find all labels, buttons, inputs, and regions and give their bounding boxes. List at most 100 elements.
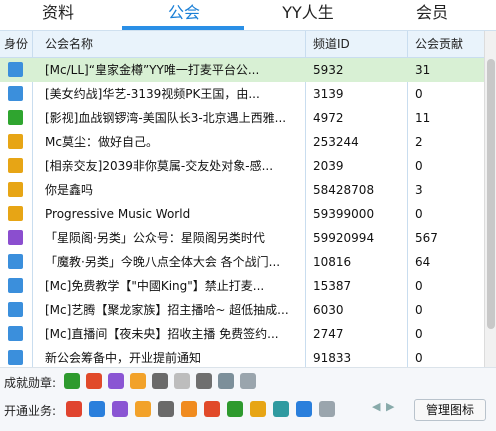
role-cell <box>0 154 30 178</box>
channel-id: 91833 <box>313 351 352 365</box>
s-icon[interactable] <box>112 401 128 417</box>
header-name[interactable]: 公会名称 <box>45 31 93 57</box>
header-contribution[interactable]: 公会贡献 <box>415 31 463 57</box>
role-cell <box>0 106 30 130</box>
table-scrollbar[interactable] <box>484 31 496 367</box>
guild-name[interactable]: [Mc]艺腾【聚龙家族】招主播哈~ 超低抽成... <box>45 298 303 322</box>
guild-name[interactable]: [影视]血战钢锣湾-美国队长3-北京遇上西雅... <box>45 106 303 130</box>
bottom-bar: 成就勋章: 开通业务: ◀ ▶ 管理图标 <box>0 367 496 431</box>
role-icon <box>7 62 23 77</box>
guild-name[interactable]: [相亲交友]2039非你莫属-交友处对象-感... <box>45 154 303 178</box>
guild-contribution: 567 <box>415 231 438 245</box>
guild-name[interactable]: 「魔教·另类」今晚八点全体大会 各个战门... <box>45 250 303 274</box>
fire-icon[interactable] <box>86 373 102 389</box>
table-row[interactable]: [Mc]艺腾【聚龙家族】招主播哈~ 超低抽成... 6030 0 <box>0 298 496 322</box>
role-cell <box>0 202 30 226</box>
table-row[interactable]: [美女约战]华艺-3139视频PK王国，由... 3139 0 <box>0 82 496 106</box>
role-cell <box>0 178 30 202</box>
chat-icon[interactable] <box>240 373 256 389</box>
table-row[interactable]: 新公会筹备中，开业提前通知 91833 0 <box>0 346 496 367</box>
table-row[interactable]: 「星陨阁·另类」公众号：星陨阁另类时代 59920994 567 <box>0 226 496 250</box>
vip-icon[interactable] <box>66 401 82 417</box>
role-cell <box>0 58 30 82</box>
home-icon[interactable] <box>64 373 80 389</box>
manage-icons-button[interactable]: 管理图标 <box>414 399 486 421</box>
tv-icon[interactable] <box>158 401 174 417</box>
star-icon[interactable] <box>108 373 124 389</box>
role-icon <box>7 278 23 293</box>
lock-icon[interactable] <box>296 401 312 417</box>
role-icon <box>7 254 23 269</box>
role-cell <box>0 250 30 274</box>
tab-yy-life[interactable]: YY人生 <box>258 0 358 30</box>
user-icon[interactable] <box>135 401 151 417</box>
guild-contribution: 31 <box>415 63 431 77</box>
guild-contribution: 3 <box>415 183 423 197</box>
tab-profile[interactable]: 资料 <box>8 0 108 30</box>
music-icon[interactable] <box>181 401 197 417</box>
table-row[interactable]: Progressive Music World 59399000 0 <box>0 202 496 226</box>
guild-table: 身份 公会名称 频道ID 公会贡献 [Mc/LL]“皇家金樽”YY唯一打麦平台公… <box>0 31 496 367</box>
game-icon[interactable] <box>227 401 243 417</box>
face-icon[interactable] <box>174 373 190 389</box>
guild-name[interactable]: 新公会筹备中，开业提前通知 <box>45 346 303 367</box>
table-row[interactable]: [相亲交友]2039非你莫属-交友处对象-感... 2039 0 <box>0 154 496 178</box>
role-icon <box>7 206 23 221</box>
role-icon <box>7 302 23 317</box>
id-icon[interactable] <box>152 373 168 389</box>
guild-name[interactable]: [Mc]免费教学【"中國King"】禁止打麦... <box>45 274 303 298</box>
guild-contribution: 0 <box>415 207 423 221</box>
paw-icon[interactable] <box>196 373 212 389</box>
heart-icon[interactable] <box>130 373 146 389</box>
role-icon <box>7 134 23 149</box>
table-row[interactable]: [Mc/LL]“皇家金樽”YY唯一打麦平台公... 5932 31 <box>0 58 496 82</box>
role-icon <box>7 182 23 197</box>
record-icon[interactable] <box>204 401 220 417</box>
table-row[interactable]: 「魔教·另类」今晚八点全体大会 各个战门... 10816 64 <box>0 250 496 274</box>
cloud-icon[interactable] <box>319 401 335 417</box>
achievements-label: 成就勋章: <box>4 376 57 390</box>
scrollbar-thumb[interactable] <box>487 59 495 329</box>
plus-icon[interactable] <box>273 401 289 417</box>
header-channel-id[interactable]: 频道ID <box>313 31 350 57</box>
channel-id: 3139 <box>313 87 344 101</box>
guild-contribution: 0 <box>415 303 423 317</box>
tab-membership[interactable]: 会员 <box>382 0 482 30</box>
guild-contribution: 0 <box>415 351 423 365</box>
guild-name[interactable]: 你是鑫吗 <box>45 178 303 202</box>
role-cell <box>0 226 30 250</box>
channel-id: 2747 <box>313 327 344 341</box>
guild-name[interactable]: Mc莫尘：做好自己。 <box>45 130 303 154</box>
table-row[interactable]: [影视]血战钢锣湾-美国队长3-北京遇上西雅... 4972 11 <box>0 106 496 130</box>
next-icon[interactable]: ▶ <box>386 401 394 413</box>
tab-bar: 资料 公会 YY人生 会员 <box>0 0 496 30</box>
guild-name[interactable]: 「星陨阁·另类」公众号：星陨阁另类时代 <box>45 226 303 250</box>
table-row[interactable]: 你是鑫吗 58428708 3 <box>0 178 496 202</box>
channel-id: 6030 <box>313 303 344 317</box>
table-row[interactable]: Mc莫尘：做好自己。 253244 2 <box>0 130 496 154</box>
channel-id: 2039 <box>313 159 344 173</box>
role-cell <box>0 82 30 106</box>
channel-id: 4972 <box>313 111 344 125</box>
mail-icon[interactable] <box>89 401 105 417</box>
guild-name[interactable]: Progressive Music World <box>45 202 303 226</box>
services-label: 开通业务: <box>4 404 57 418</box>
channel-id: 59920994 <box>313 231 375 245</box>
tag-icon[interactable] <box>250 401 266 417</box>
role-icon <box>7 326 23 341</box>
table-row[interactable]: [Mc]免费教学【"中國King"】禁止打麦... 15387 0 <box>0 274 496 298</box>
guild-contribution: 64 <box>415 255 431 269</box>
guild-name[interactable]: [美女约战]华艺-3139视频PK王国，由... <box>45 82 303 106</box>
table-row[interactable]: [Mc]直播间【夜未央】招收主播 免费签约... 2747 0 <box>0 322 496 346</box>
prev-icon[interactable]: ◀ <box>372 401 380 413</box>
header-role[interactable]: 身份 <box>4 31 28 57</box>
guild-contribution: 0 <box>415 279 423 293</box>
guild-name[interactable]: [Mc]直播间【夜未央】招收主播 免费签约... <box>45 322 303 346</box>
role-cell <box>0 274 30 298</box>
guild-contribution: 0 <box>415 327 423 341</box>
guild-name[interactable]: [Mc/LL]“皇家金樽”YY唯一打麦平台公... <box>45 58 303 82</box>
role-icon <box>7 230 23 245</box>
channel-id: 58428708 <box>313 183 375 197</box>
box-icon[interactable] <box>218 373 234 389</box>
guild-contribution: 11 <box>415 111 431 125</box>
